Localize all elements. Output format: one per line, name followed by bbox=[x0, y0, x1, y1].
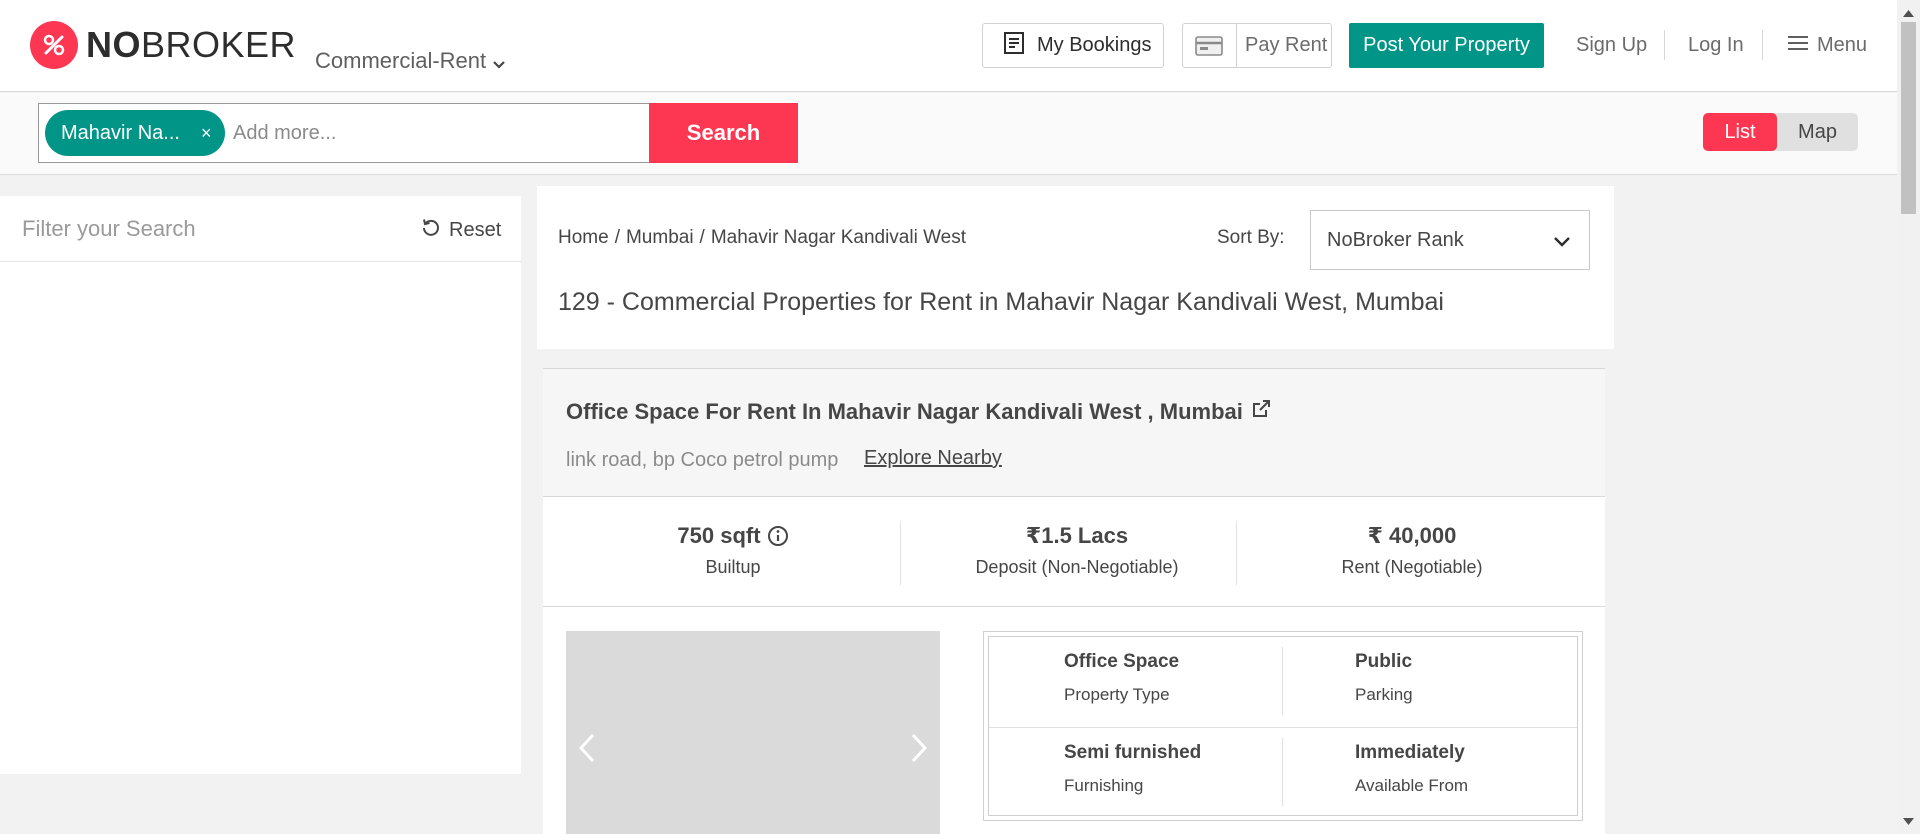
sort-label: Sort By: bbox=[1217, 227, 1285, 248]
filter-header: Filter your Search Reset bbox=[0, 196, 521, 262]
chevron-right-icon[interactable] bbox=[910, 733, 928, 768]
search-input[interactable] bbox=[233, 121, 633, 145]
divider bbox=[989, 727, 1577, 728]
results-header: Home / Mumbai / Mahavir Nagar Kandivali … bbox=[537, 186, 1614, 349]
breadcrumb-separator: / bbox=[699, 227, 705, 248]
divider bbox=[1664, 30, 1665, 60]
log-in-link[interactable]: Log In bbox=[1688, 34, 1744, 57]
divider bbox=[1282, 647, 1283, 715]
sort-value: NoBroker Rank bbox=[1327, 228, 1464, 251]
stat-label: Rent (Negotiable) bbox=[1341, 557, 1483, 577]
detail-property-type: Office Space Property Type bbox=[1064, 651, 1179, 705]
detail-available-from: Immediately Available From bbox=[1355, 742, 1468, 796]
my-bookings-label: My Bookings bbox=[1037, 34, 1152, 56]
card-icon bbox=[1183, 24, 1237, 67]
reset-icon bbox=[421, 217, 441, 243]
chip-label: Mahavir Na... bbox=[61, 121, 180, 144]
pay-rent-button[interactable]: Pay Rent bbox=[1182, 23, 1332, 68]
detail-parking: Public Parking bbox=[1355, 651, 1413, 705]
chevron-down-icon bbox=[492, 50, 506, 76]
filter-title: Filter your Search bbox=[22, 216, 196, 241]
logo-text-bold: NO bbox=[86, 24, 141, 65]
page-scrollbar[interactable] bbox=[1897, 0, 1920, 834]
chevron-left-icon[interactable] bbox=[578, 733, 596, 768]
hamburger-icon bbox=[1787, 34, 1809, 57]
stat-value: 750 sqft bbox=[677, 523, 761, 548]
property-title: Office Space For Rent In Mahavir Nagar K… bbox=[566, 399, 1243, 424]
stat-deposit: ₹1.5 Lacs Deposit (Non-Negotiable) bbox=[901, 523, 1253, 578]
detail-value: Office Space bbox=[1064, 651, 1180, 672]
results-title: 129 - Commercial Properties for Rent in … bbox=[558, 288, 1444, 316]
top-header: NOBROKER Commercial-Rent My Bookings Pay… bbox=[0, 0, 1897, 92]
detail-label: Property Type bbox=[1064, 685, 1170, 704]
property-address: link road, bp Coco petrol pump bbox=[566, 449, 839, 471]
breadcrumb-locality[interactable]: Mahavir Nagar Kandivali West bbox=[711, 227, 966, 249]
list-view-button[interactable]: List bbox=[1703, 113, 1777, 151]
sort-dropdown[interactable]: NoBroker Rank bbox=[1310, 210, 1590, 270]
breadcrumb-separator: / bbox=[614, 227, 620, 248]
detail-furnishing: Semi furnished Furnishing bbox=[1064, 742, 1201, 796]
nobroker-logo[interactable]: NOBROKER bbox=[30, 21, 296, 69]
property-card[interactable]: Office Space For Rent In Mahavir Nagar K… bbox=[543, 368, 1605, 834]
reset-label: Reset bbox=[449, 218, 502, 241]
map-view-button[interactable]: Map bbox=[1777, 113, 1858, 151]
menu-button[interactable]: Menu bbox=[1787, 34, 1867, 57]
stat-value: ₹ 40,000 bbox=[1367, 523, 1457, 548]
scroll-up-icon[interactable] bbox=[1903, 4, 1914, 22]
divider bbox=[1762, 30, 1763, 60]
stat-rent: ₹ 40,000 Rent (Negotiable) bbox=[1236, 523, 1588, 578]
menu-label: Menu bbox=[1817, 34, 1868, 56]
scroll-thumb[interactable] bbox=[1901, 22, 1916, 214]
property-details: Office Space Property Type Public Parkin… bbox=[983, 631, 1583, 821]
search-box: Mahavir Na... × bbox=[38, 103, 650, 163]
detail-value: Public bbox=[1355, 651, 1413, 672]
stat-builtup: 750 sqft Builtup bbox=[543, 523, 923, 578]
explore-nearby-link[interactable]: Explore Nearby bbox=[864, 447, 1002, 470]
logo-text-regular: BROKER bbox=[141, 24, 297, 65]
property-stats: 750 sqft Builtup ₹1.5 Lacs Deposit (Non-… bbox=[543, 497, 1605, 607]
bookings-icon bbox=[1003, 31, 1025, 61]
locality-chip[interactable]: Mahavir Na... × bbox=[45, 110, 225, 156]
breadcrumb-home[interactable]: Home bbox=[558, 227, 609, 249]
post-property-button[interactable]: Post Your Property bbox=[1349, 23, 1544, 68]
stat-label: Builtup bbox=[705, 557, 761, 577]
breadcrumb: Home / Mumbai / Mahavir Nagar Kandivali … bbox=[558, 227, 966, 249]
close-icon[interactable]: × bbox=[201, 123, 212, 144]
divider bbox=[1282, 738, 1283, 806]
property-card-header: Office Space For Rent In Mahavir Nagar K… bbox=[543, 369, 1605, 497]
detail-label: Furnishing bbox=[1064, 776, 1144, 795]
detail-value: Semi furnished bbox=[1064, 742, 1202, 763]
stat-label: Deposit (Non-Negotiable) bbox=[975, 557, 1179, 577]
breadcrumb-city[interactable]: Mumbai bbox=[626, 227, 694, 249]
info-icon[interactable] bbox=[767, 525, 789, 547]
detail-value: Immediately bbox=[1355, 742, 1465, 763]
property-title-link[interactable]: Office Space For Rent In Mahavir Nagar K… bbox=[566, 399, 1271, 425]
scroll-down-icon[interactable] bbox=[1903, 812, 1914, 830]
category-dropdown[interactable]: Commercial-Rent bbox=[315, 46, 506, 76]
my-bookings-button[interactable]: My Bookings bbox=[982, 23, 1164, 68]
search-button[interactable]: Search bbox=[649, 103, 798, 163]
view-toggle: List Map bbox=[1703, 113, 1858, 151]
search-bar: Mahavir Na... × Search List Map bbox=[0, 93, 1897, 175]
external-link-icon bbox=[1251, 399, 1271, 425]
detail-label: Available From bbox=[1355, 776, 1469, 795]
logo-icon bbox=[30, 21, 78, 69]
detail-label: Parking bbox=[1355, 685, 1413, 704]
pay-rent-label: Pay Rent bbox=[1245, 34, 1328, 56]
stat-value: ₹1.5 Lacs bbox=[1025, 523, 1129, 548]
chevron-down-icon bbox=[1553, 231, 1571, 254]
sign-up-link[interactable]: Sign Up bbox=[1576, 34, 1647, 57]
reset-button[interactable]: Reset bbox=[421, 217, 501, 243]
category-label: Commercial-Rent bbox=[315, 48, 487, 73]
filter-panel: Filter your Search Reset bbox=[0, 196, 521, 774]
property-image-gallery[interactable] bbox=[566, 631, 940, 834]
